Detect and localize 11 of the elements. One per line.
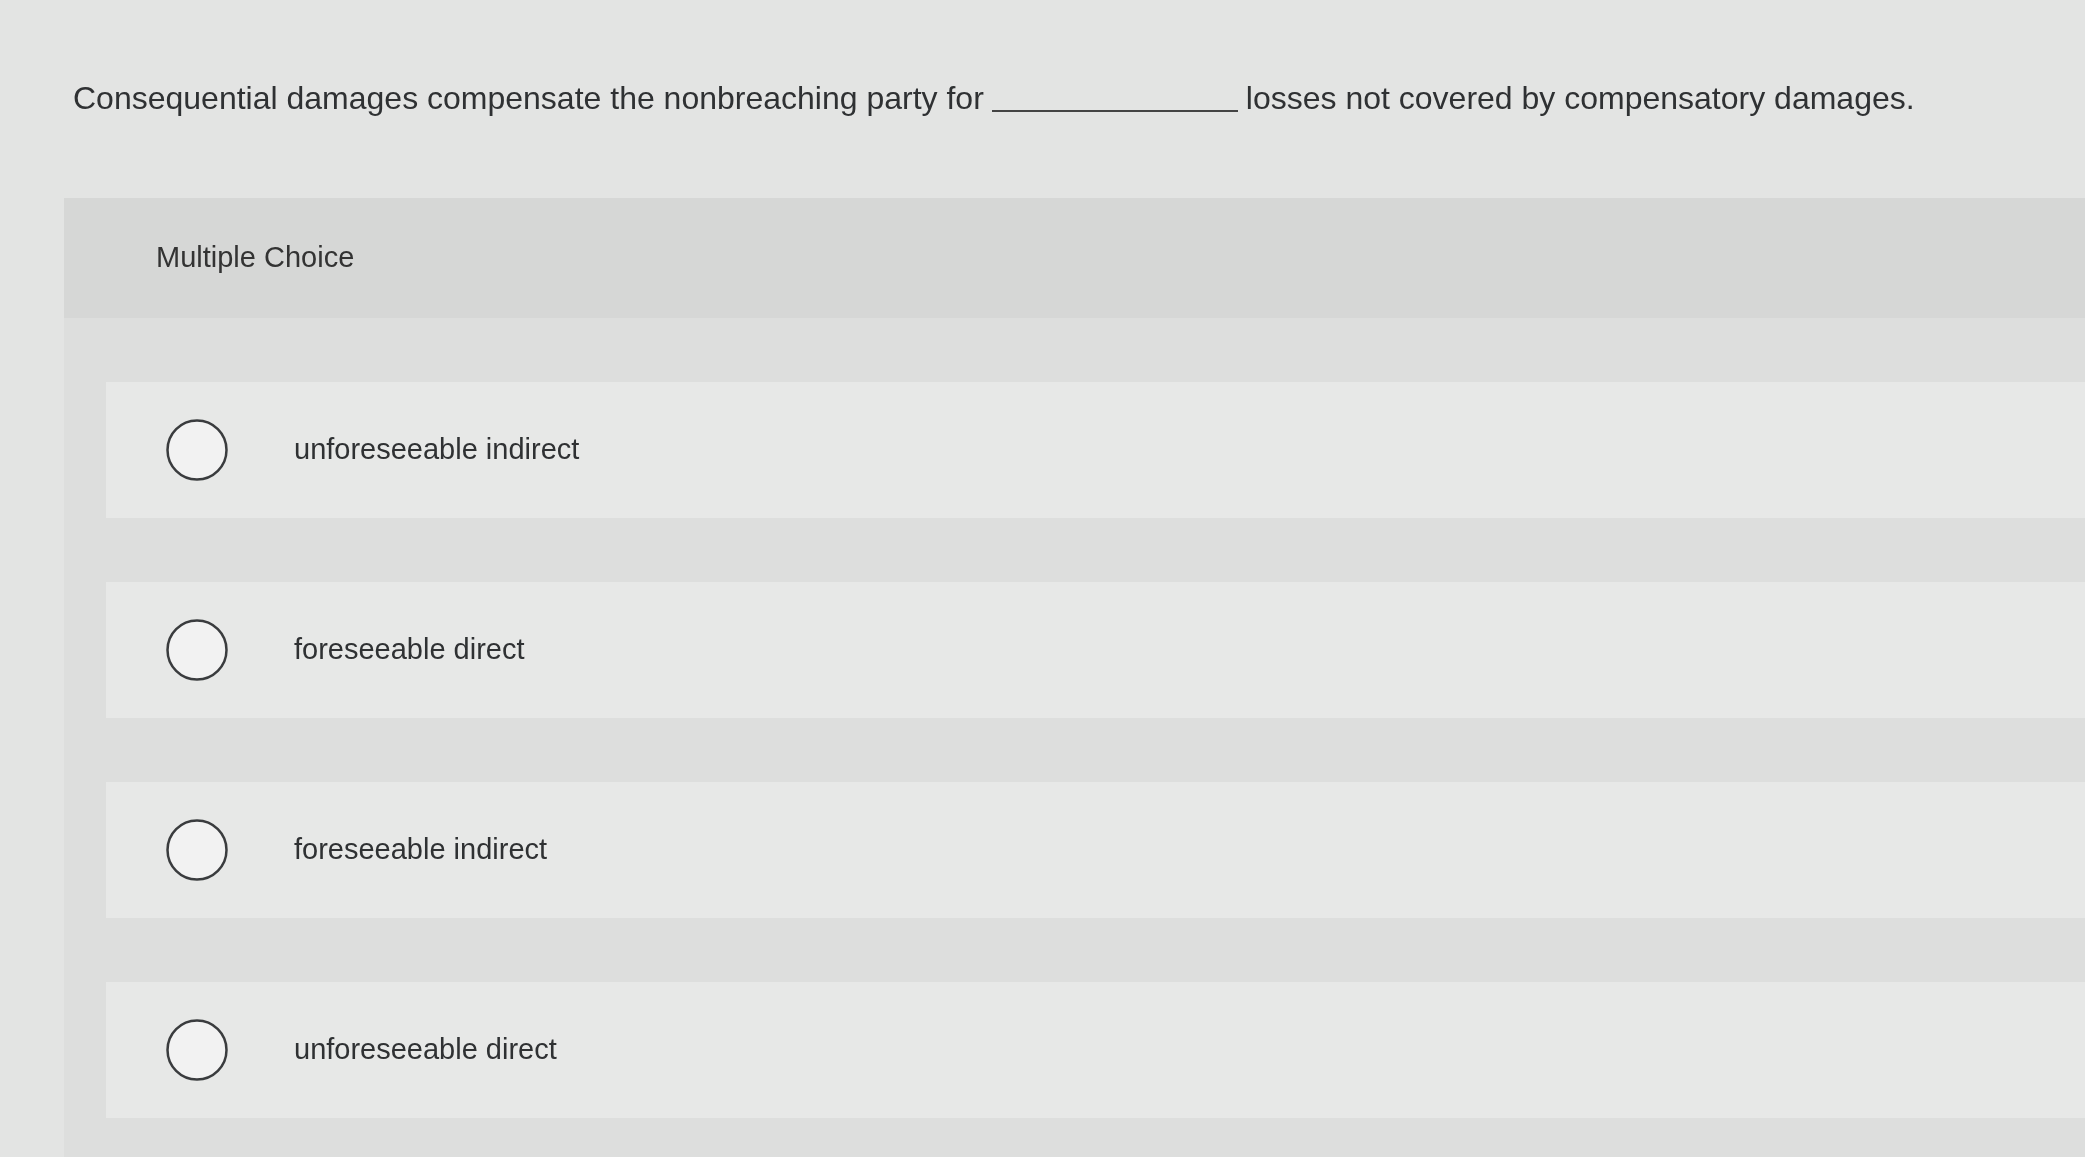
radio-button[interactable] <box>166 1019 228 1081</box>
question-text: Consequential damages compensate the nonbreaching party for <box>73 79 984 118</box>
radio-button[interactable] <box>166 819 228 881</box>
answer-option[interactable]: unforeseeable direct <box>106 982 2085 1118</box>
radio-button[interactable] <box>166 419 228 481</box>
answer-option[interactable]: unforeseeable indirect <box>106 382 2085 518</box>
answer-option[interactable]: foreseeable direct <box>106 582 2085 718</box>
question-text: losses not covered by compensatory damages. <box>1245 79 1915 118</box>
radio-button[interactable] <box>166 619 228 681</box>
answer-option[interactable]: foreseeable indirect <box>106 782 2085 918</box>
section-heading: Multiple Choice <box>156 240 355 276</box>
